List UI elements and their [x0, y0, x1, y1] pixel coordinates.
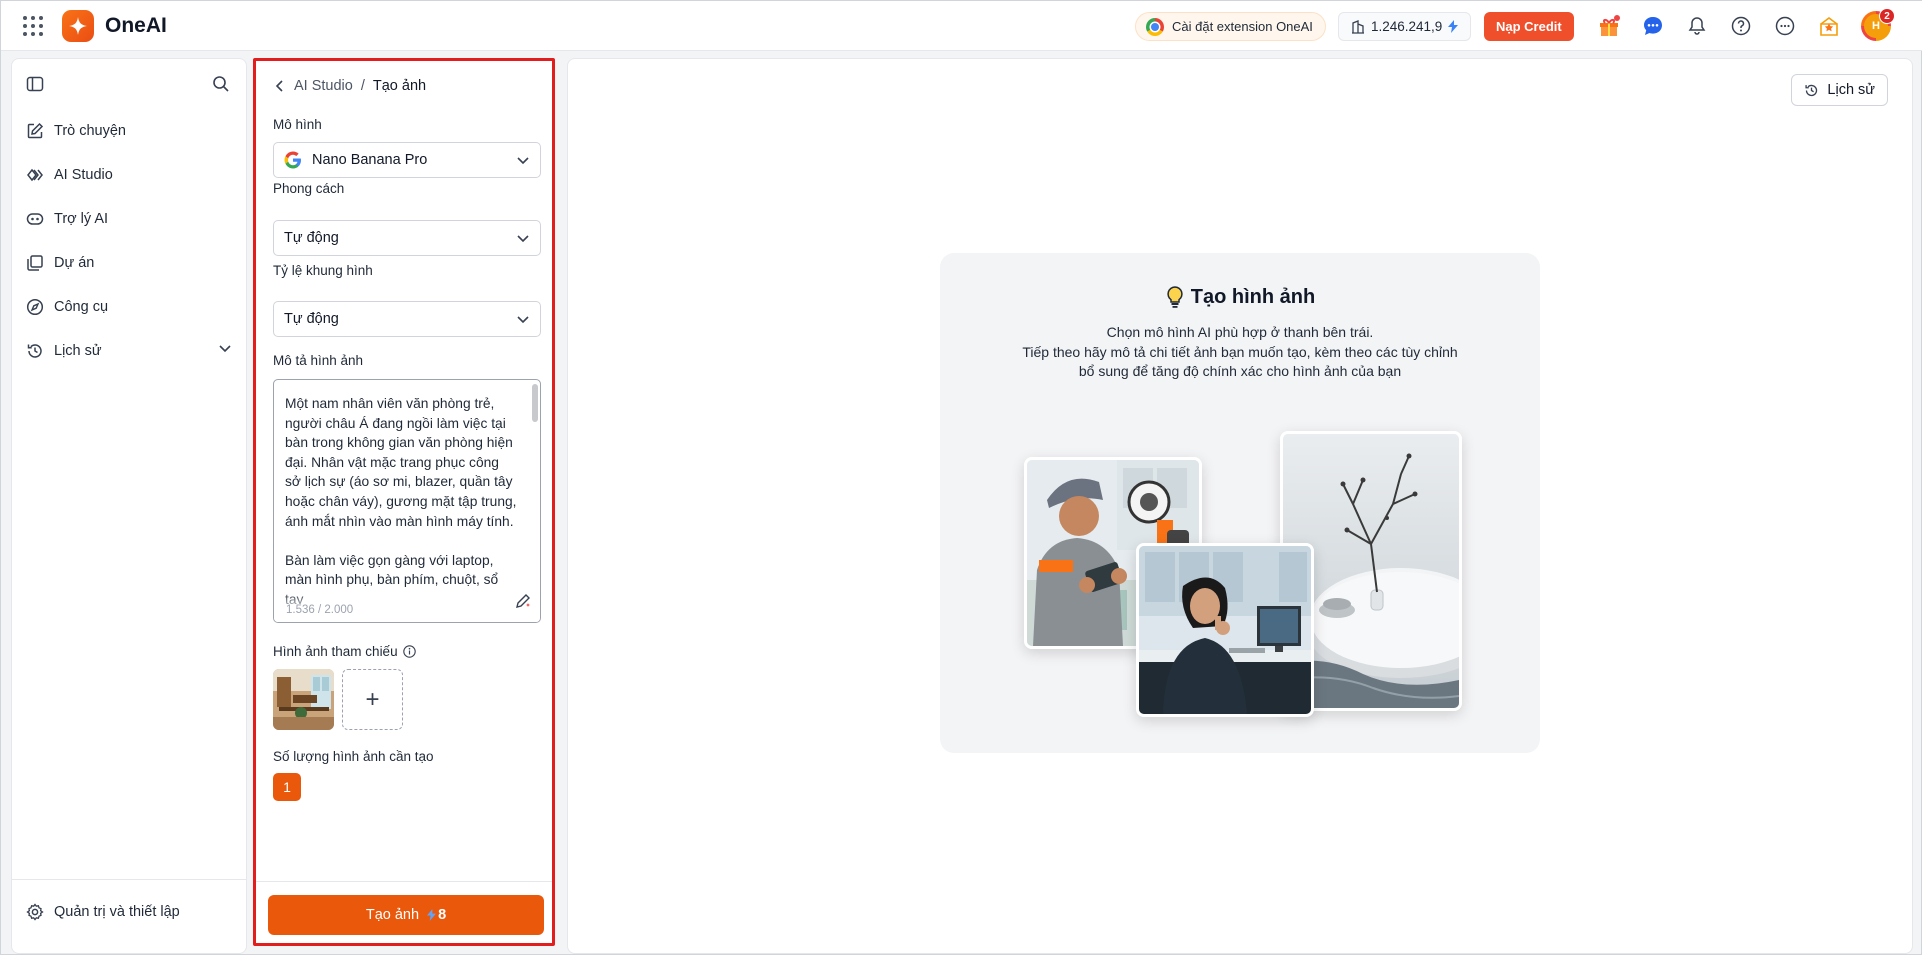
- quantity-label: Số lượng hình ảnh cần tạo: [273, 749, 434, 764]
- chrome-icon: [1146, 17, 1164, 36]
- sidebar-item-history[interactable]: Lịch sử: [26, 340, 102, 362]
- sidebar-item-label: Công cụ: [54, 299, 109, 315]
- chevron-down-icon[interactable]: [218, 341, 232, 359]
- aspect-ratio-select[interactable]: Tự động: [273, 301, 541, 337]
- breadcrumb-ai-studio-link[interactable]: AI Studio: [294, 78, 353, 94]
- style-select[interactable]: Tự động: [273, 220, 541, 256]
- more-icon[interactable]: [1773, 14, 1797, 38]
- empty-state-title: Tạo hình ảnh: [1190, 285, 1316, 308]
- breadcrumb: AI Studio / Tạo ảnh: [274, 78, 426, 94]
- main-content: Lịch sử Tạo hình ảnh Chọn mô hình AI phù…: [567, 58, 1913, 954]
- credit-balance[interactable]: 1.246.241,9: [1338, 12, 1472, 41]
- chevron-down-icon: [517, 157, 529, 165]
- sidebar-item-label: AI Studio: [54, 167, 113, 183]
- settings-button[interactable]: Quản trị và thiết lập: [26, 901, 180, 923]
- quantity-option-1[interactable]: 1: [273, 773, 301, 801]
- empty-state-card: Tạo hình ảnh Chọn mô hình AI phù hợp ở t…: [940, 253, 1540, 753]
- oneai-logo-icon[interactable]: [62, 10, 94, 42]
- gift-icon[interactable]: [1597, 14, 1621, 38]
- history-icon: [1805, 84, 1818, 96]
- prompt-textarea[interactable]: Một nam nhân viên văn phòng trẻ, người c…: [273, 379, 541, 623]
- compass-icon: [26, 298, 44, 316]
- generate-cost-value: 8: [438, 907, 447, 923]
- lightbulb-icon: [1167, 286, 1183, 308]
- building-icon: [1352, 19, 1364, 34]
- generate-image-button[interactable]: Tạo ảnh 8: [268, 895, 544, 935]
- folder-icon: [27, 255, 43, 271]
- empty-state-line: bổ sung để tăng độ chính xác cho hình ản…: [1078, 363, 1402, 379]
- model-label: Mô hình: [273, 117, 322, 132]
- image-generation-panel: AI Studio / Tạo ảnh Mô hình Nano Banana …: [253, 58, 555, 946]
- empty-state-line: Chọn mô hình AI phù hợp ở thanh bên trái…: [1106, 324, 1374, 340]
- model-select[interactable]: Nano Banana Pro: [273, 142, 541, 178]
- reference-image-thumbnail[interactable]: [273, 669, 334, 730]
- studio-icon: [27, 168, 43, 182]
- reference-image-label: Hình ảnh tham chiếu: [273, 644, 398, 659]
- top-bar: OneAI Cài đặt extension OneAI 1.246.241,…: [1, 1, 1922, 51]
- sidebar-item-ai-studio[interactable]: AI Studio: [26, 164, 113, 186]
- chat-bubble-icon[interactable]: [1641, 14, 1665, 38]
- sidebar-divider: [12, 879, 246, 880]
- credit-amount: 1.246.241,9: [1371, 19, 1443, 34]
- search-icon[interactable]: [212, 75, 230, 97]
- sidebar-item-label: Lịch sử: [54, 343, 102, 359]
- breadcrumb-separator: /: [360, 78, 365, 94]
- sidebar-item-label: Trợ lý AI: [54, 211, 109, 227]
- aspect-ratio-label: Tỷ lệ khung hình: [273, 263, 373, 278]
- google-icon: [284, 151, 301, 169]
- bot-icon: [26, 213, 44, 225]
- sidebar-toggle-icon[interactable]: [26, 75, 44, 97]
- prompt-text: Một nam nhân viên văn phòng trẻ, người c…: [285, 396, 517, 604]
- generate-cost: 8: [427, 907, 446, 923]
- add-reference-image-button[interactable]: +: [342, 669, 403, 730]
- breadcrumb-current: Tạo ảnh: [372, 78, 427, 94]
- empty-state-title-row: Tạo hình ảnh: [940, 285, 1540, 309]
- notification-badge: 2: [1879, 8, 1895, 24]
- help-icon[interactable]: [1729, 14, 1753, 38]
- generate-label: Tạo ảnh: [365, 907, 420, 923]
- history-button[interactable]: Lịch sử: [1791, 74, 1888, 106]
- app-name[interactable]: OneAI: [105, 14, 167, 38]
- prompt-char-count: 1.536 / 2.000: [286, 604, 354, 616]
- prompt-label: Mô tả hình ảnh: [273, 353, 364, 368]
- sidebar-item-label: Trò chuyện: [54, 123, 126, 139]
- sidebar-item-label: Dự án: [54, 255, 95, 271]
- chevron-down-icon: [517, 235, 529, 243]
- lightning-icon: [1448, 20, 1459, 33]
- settings-label: Quản trị và thiết lập: [54, 904, 180, 920]
- panel-divider: [256, 881, 552, 882]
- edit-icon: [27, 122, 44, 139]
- magic-edit-icon[interactable]: [514, 592, 532, 614]
- reference-image-label-row: Hình ảnh tham chiếu: [273, 644, 416, 659]
- sidebar-item-projects[interactable]: Dự án: [26, 252, 94, 274]
- style-label: Phong cách: [273, 181, 345, 196]
- install-extension-button[interactable]: Cài đặt extension OneAI: [1135, 12, 1326, 41]
- sidebar-item-tools[interactable]: Công cụ: [26, 296, 108, 318]
- info-icon[interactable]: [402, 645, 416, 658]
- textarea-scrollbar[interactable]: [532, 384, 538, 422]
- app-window: OneAI Cài đặt extension OneAI 1.246.241,…: [0, 0, 1922, 955]
- chevron-down-icon: [517, 316, 529, 324]
- sample-image-office-woman: [1136, 543, 1314, 717]
- topup-credit-button[interactable]: Nạp Credit: [1484, 12, 1574, 41]
- install-extension-label: Cài đặt extension OneAI: [1172, 19, 1313, 34]
- style-value: Tự động: [284, 230, 339, 246]
- user-avatar[interactable]: H 2: [1861, 8, 1895, 41]
- reward-icon[interactable]: [1817, 14, 1841, 38]
- lightning-icon: [427, 909, 437, 921]
- sidebar: Trò chuyện AI Studio Trợ lý AI Dự án Côn…: [11, 58, 247, 954]
- empty-state-line: Tiếp theo hãy mô tả chi tiết ảnh bạn muố…: [1022, 343, 1458, 360]
- history-icon: [27, 344, 42, 358]
- gear-icon: [26, 903, 44, 921]
- history-label: Lịch sử: [1827, 82, 1875, 98]
- aspect-ratio-value: Tự động: [284, 311, 339, 327]
- sidebar-item-chat[interactable]: Trò chuyện: [26, 120, 126, 142]
- sidebar-item-ai-assistant[interactable]: Trợ lý AI: [26, 208, 108, 230]
- back-arrow-icon[interactable]: [274, 79, 286, 93]
- model-value: Nano Banana Pro: [312, 152, 428, 168]
- bell-icon[interactable]: [1685, 14, 1709, 38]
- empty-state-description: Chọn mô hình AI phù hợp ở thanh bên trái…: [940, 323, 1540, 382]
- apps-grid-icon[interactable]: [23, 16, 43, 36]
